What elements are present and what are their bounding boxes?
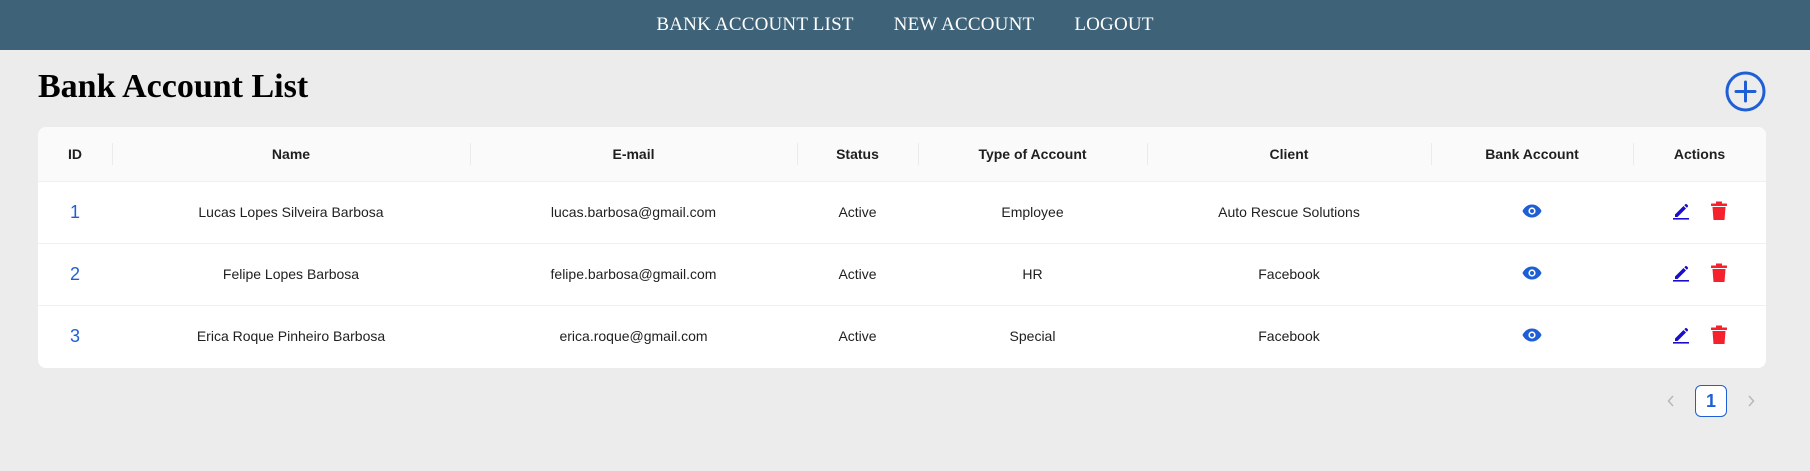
header-actions: Actions: [1633, 127, 1766, 182]
page-title: Bank Account List: [38, 68, 309, 105]
pencil-icon: [1672, 203, 1689, 220]
row-email: lucas.barbosa@gmail.com: [550, 204, 717, 220]
header-email: E-mail: [470, 127, 797, 182]
row-email: felipe.barbosa@gmail.com: [470, 242, 797, 305]
nav-bank-account-list[interactable]: BANK ACCOUNT LIST: [656, 14, 853, 36]
header-name: Name: [112, 127, 470, 182]
row-status: Active: [797, 242, 918, 305]
trash-icon: [1710, 263, 1727, 282]
accounts-table: ID Name E-mail Status Type of Account Cl…: [38, 127, 1766, 367]
eye-icon: [1522, 328, 1542, 342]
row-id-link[interactable]: 2: [70, 264, 80, 284]
plus-circle-icon: [1725, 71, 1766, 112]
eye-icon: [1522, 266, 1542, 280]
table-row: 3 Erica Roque Pinheiro Barbosa erica.roq…: [38, 304, 1766, 367]
row-type: HR: [918, 242, 1147, 305]
row-id-link[interactable]: 1: [70, 202, 80, 222]
row-id-link[interactable]: 3: [70, 326, 80, 346]
header-client: Client: [1147, 127, 1431, 182]
accounts-table-card: ID Name E-mail Status Type of Account Cl…: [38, 127, 1766, 368]
row-client: Auto Rescue Solutions: [1218, 204, 1360, 220]
eye-icon: [1522, 204, 1542, 218]
edit-button[interactable]: [1672, 202, 1690, 223]
row-name: Erica Roque Pinheiro Barbosa: [112, 304, 470, 367]
nav-new-account[interactable]: NEW ACCOUNT: [894, 14, 1035, 36]
trash-icon: [1710, 201, 1727, 220]
row-name: Lucas Lopes Silveira Barbosa: [198, 204, 384, 220]
prev-page-button[interactable]: [1655, 385, 1687, 417]
row-name: Felipe Lopes Barbosa: [112, 242, 470, 305]
pagination: 1: [1655, 385, 1767, 417]
pencil-icon: [1672, 265, 1689, 282]
table-row: 2 Felipe Lopes Barbosa felipe.barbosa@gm…: [38, 242, 1766, 305]
view-bank-account-button[interactable]: [1522, 204, 1542, 221]
row-status: Active: [797, 304, 918, 367]
view-bank-account-button[interactable]: [1522, 328, 1542, 345]
header-status: Status: [797, 127, 918, 182]
nav-logout[interactable]: LOGOUT: [1074, 14, 1153, 36]
header-id: ID: [38, 127, 112, 182]
chevron-right-icon: [1748, 395, 1755, 407]
table-header-row: ID Name E-mail Status Type of Account Cl…: [38, 127, 1766, 182]
header-type-of-account: Type of Account: [918, 127, 1147, 182]
pencil-icon: [1672, 327, 1689, 344]
row-type: Employee: [1001, 204, 1064, 220]
trash-icon: [1710, 325, 1727, 344]
row-type: Special: [918, 304, 1147, 367]
next-page-button[interactable]: [1735, 385, 1767, 417]
row-email: erica.roque@gmail.com: [470, 304, 797, 367]
view-bank-account-button[interactable]: [1522, 266, 1542, 283]
edit-button[interactable]: [1672, 264, 1690, 285]
top-navbar: BANK ACCOUNT LIST NEW ACCOUNT LOGOUT: [0, 0, 1810, 50]
delete-button[interactable]: [1710, 263, 1728, 286]
delete-button[interactable]: [1710, 201, 1728, 224]
chevron-left-icon: [1667, 395, 1674, 407]
add-account-button[interactable]: [1725, 71, 1766, 112]
row-client: Facebook: [1147, 242, 1431, 305]
page-number-button[interactable]: 1: [1695, 385, 1727, 417]
edit-button[interactable]: [1672, 326, 1690, 347]
row-status: Active: [838, 204, 877, 220]
row-client: Facebook: [1147, 304, 1431, 367]
table-row: 1 Lucas Lopes Silveira Barbosa lucas.bar…: [38, 181, 1766, 243]
delete-button[interactable]: [1710, 325, 1728, 348]
header-bank-account: Bank Account: [1431, 127, 1633, 182]
